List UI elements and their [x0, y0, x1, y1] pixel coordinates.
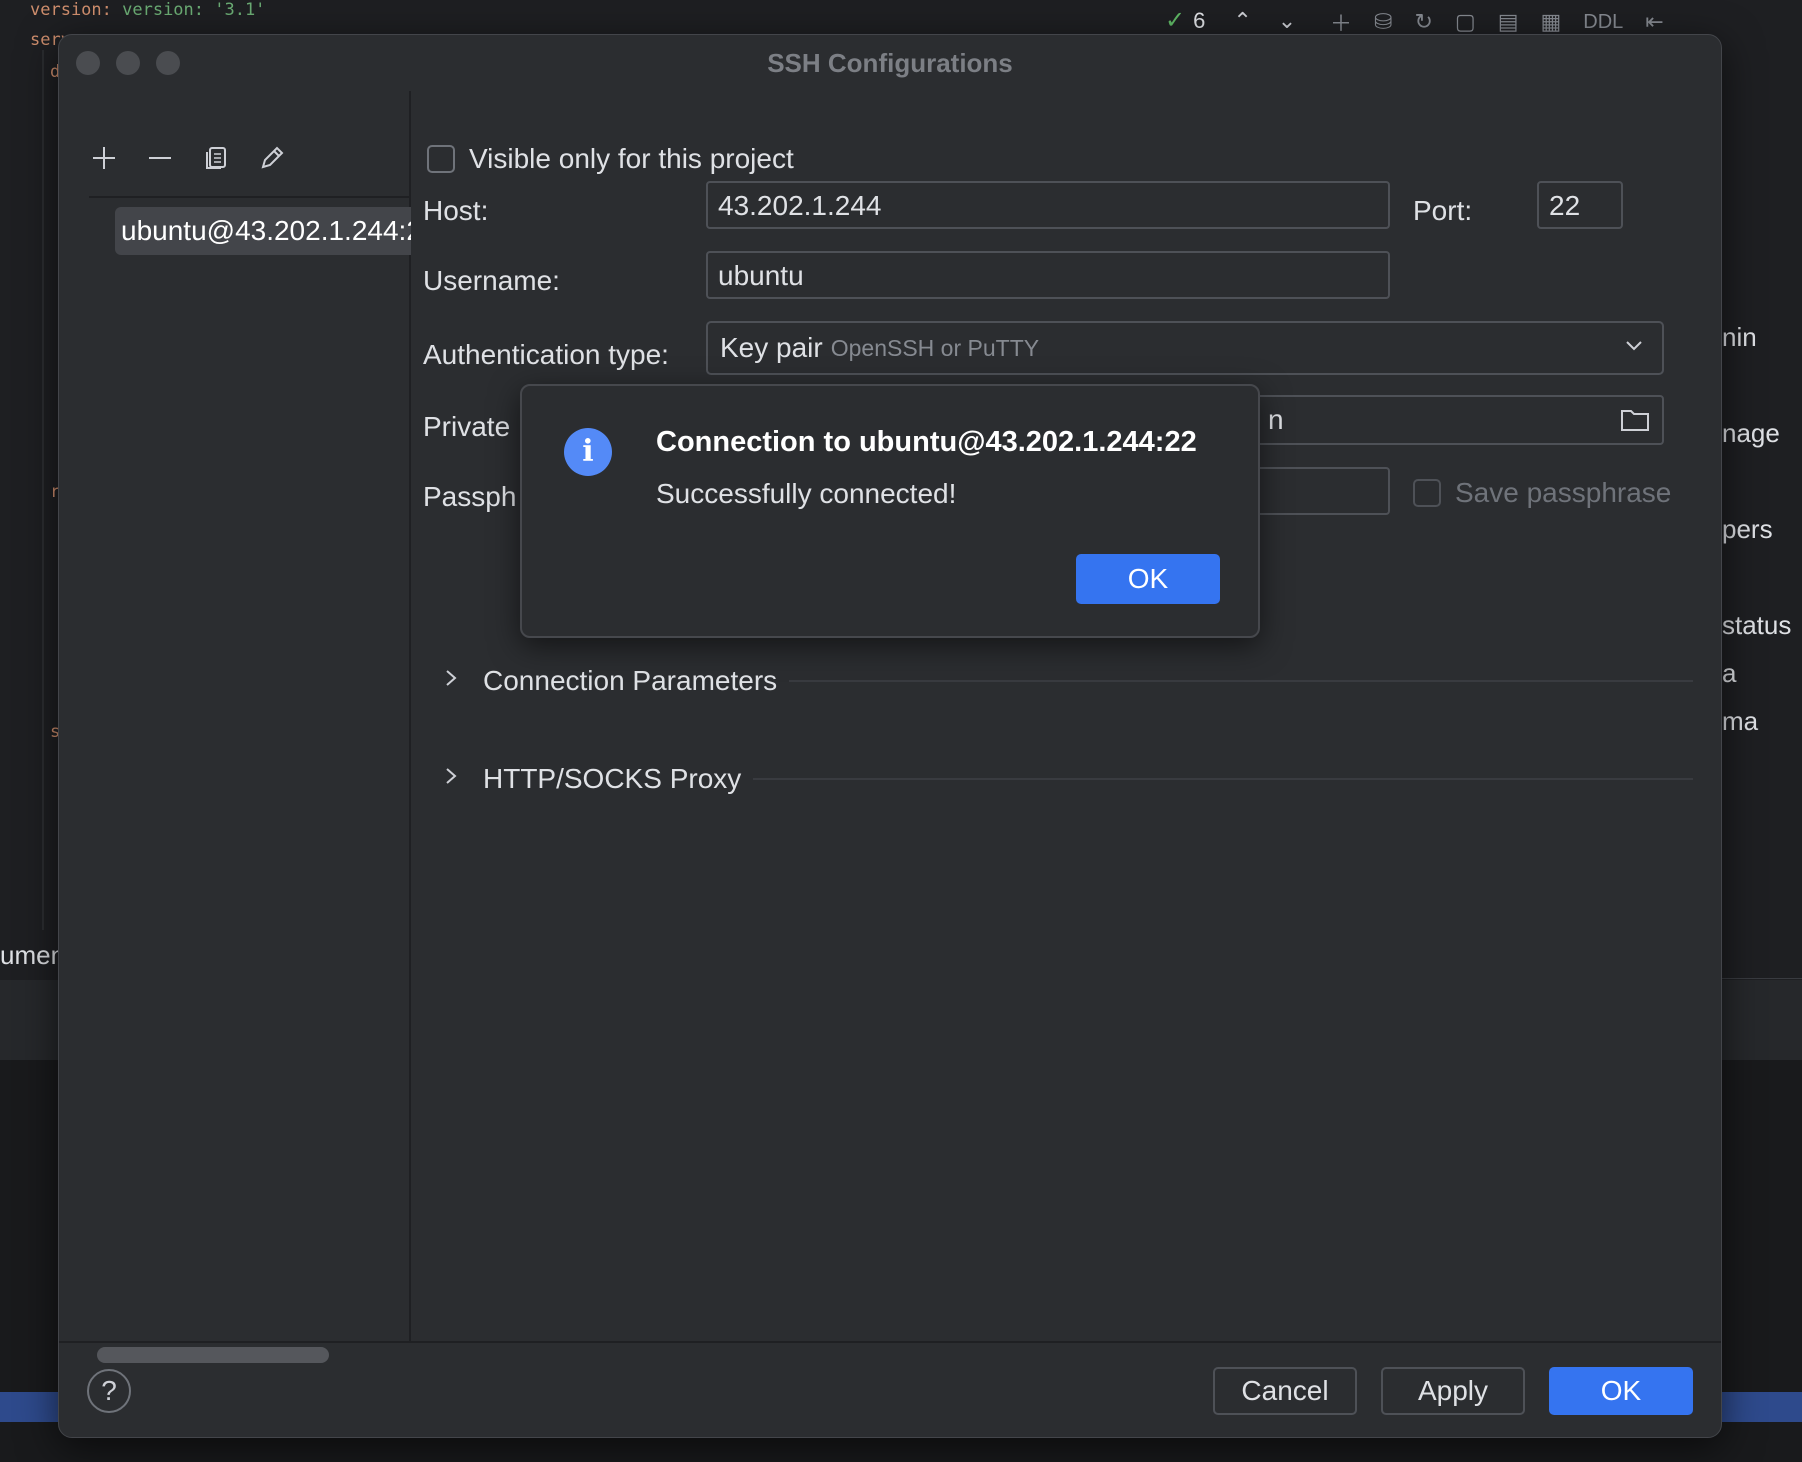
table-icon[interactable]: ▦ — [1540, 9, 1561, 35]
configurations-list-pane: ubuntu@43.202.1.244:22 — [59, 91, 411, 1363]
divider — [89, 196, 409, 198]
close-window-button[interactable] — [76, 51, 100, 75]
dialog-title: SSH Configurations — [767, 47, 1013, 78]
auth-type-label: Authentication type: — [423, 339, 669, 370]
window-controls — [76, 51, 180, 75]
bg-sidebar-label: nage — [1722, 418, 1780, 448]
list-toolbar — [89, 143, 287, 173]
database-icon[interactable]: ⛁ — [1374, 9, 1392, 35]
popup-ok-button[interactable]: OK — [1076, 554, 1220, 604]
connection-parameters-label: Connection Parameters — [483, 665, 778, 696]
username-input[interactable]: ubuntu — [706, 251, 1390, 299]
console-icon[interactable]: ▤ — [1498, 9, 1519, 35]
info-icon: i — [564, 428, 612, 476]
http-socks-proxy-label: HTTP/SOCKS Proxy — [483, 763, 742, 794]
bg-sidebar-label: nin — [1722, 322, 1757, 352]
auth-type-select[interactable]: Key pair OpenSSH or PuTTY — [706, 321, 1664, 375]
bg-sidebar-label: a — [1722, 658, 1737, 688]
ddl-button[interactable]: DDL — [1583, 11, 1623, 34]
list-item[interactable]: ubuntu@43.202.1.244:22 — [115, 207, 411, 255]
port-row: Port: — [1413, 195, 1472, 227]
host-input[interactable]: 43.202.1.244 — [706, 181, 1390, 229]
private-key-value: n — [1268, 404, 1284, 435]
host-label: Host: — [423, 195, 489, 226]
host-row: Host: — [423, 195, 488, 227]
cancel-button[interactable]: Cancel — [1213, 1367, 1357, 1415]
bg-tool-label: umen — [0, 940, 66, 970]
http-socks-proxy-section[interactable]: HTTP/SOCKS Proxy — [443, 763, 1693, 795]
code-line: version: version: '3.1' — [30, 0, 266, 20]
chevron-down-icon[interactable]: ⌄ — [1278, 8, 1296, 34]
private-key-row: Private — [423, 411, 510, 443]
dialog-titlebar[interactable]: SSH Configurations — [59, 35, 1721, 91]
inspection-count: 6 — [1193, 7, 1206, 33]
save-passphrase-label: Save passphrase — [1455, 477, 1672, 508]
auth-type-hint: OpenSSH or PuTTY — [830, 334, 1040, 361]
passphrase-label: Passph — [423, 481, 517, 512]
stop-icon[interactable]: ▢ — [1455, 9, 1476, 35]
auth-type-row: Authentication type: — [423, 339, 669, 371]
bg-sidebar-label: status — [1722, 610, 1792, 640]
divider — [1720, 978, 1802, 979]
chevron-up-icon[interactable]: ⌃ — [1233, 8, 1251, 34]
edit-icon[interactable] — [257, 143, 287, 173]
connection-parameters-section[interactable]: Connection Parameters — [443, 665, 1693, 697]
chevron-right-icon — [443, 766, 483, 792]
visible-only-row: Visible only for this project — [427, 143, 794, 175]
remove-icon[interactable] — [145, 143, 175, 173]
bg-sidebar-label: pers — [1722, 514, 1773, 544]
auth-type-value: Key pair — [720, 332, 823, 363]
configuration-form: Visible only for this project Host: 43.2… — [413, 91, 1721, 1341]
username-row: Username: — [423, 265, 560, 297]
collapse-icon[interactable]: ⇤ — [1645, 9, 1663, 35]
bg-sidebar-label: ma — [1722, 706, 1759, 736]
username-label: Username: — [423, 265, 560, 296]
inspection-status[interactable]: ✓ 6 ⌃ ⌄ — [1165, 6, 1296, 35]
save-passphrase-checkbox[interactable] — [1413, 479, 1441, 507]
port-label: Port: — [1413, 195, 1473, 226]
gutter-line — [42, 50, 44, 930]
zoom-window-button[interactable] — [156, 51, 180, 75]
add-icon[interactable] — [89, 143, 119, 173]
connection-success-popup: i Connection to ubuntu@43.202.1.244:22 S… — [520, 384, 1260, 638]
popup-message: Successfully connected! — [656, 478, 957, 509]
passphrase-row: Passph — [423, 481, 516, 513]
code-text: version: '3.1' — [122, 0, 266, 20]
folder-icon[interactable] — [1620, 407, 1650, 433]
ok-button[interactable]: OK — [1549, 1367, 1693, 1415]
popup-title: Connection to ubuntu@43.202.1.244:22 — [656, 426, 1197, 458]
chevron-down-icon — [1624, 335, 1644, 361]
divider — [753, 778, 1693, 780]
visible-only-checkbox[interactable] — [427, 145, 455, 173]
dialog-footer: ? Cancel Apply OK — [59, 1341, 1721, 1437]
private-key-label: Private — [423, 411, 511, 442]
divider — [789, 680, 1693, 682]
save-passphrase-row: Save passphrase — [1413, 477, 1671, 509]
check-icon: ✓ — [1165, 7, 1186, 34]
visible-only-label: Visible only for this project — [469, 143, 794, 174]
refresh-icon[interactable]: ↻ — [1414, 9, 1432, 35]
copy-icon[interactable] — [201, 143, 231, 173]
minimize-window-button[interactable] — [116, 51, 140, 75]
help-button[interactable]: ? — [87, 1369, 131, 1413]
chevron-right-icon — [443, 668, 483, 694]
port-input[interactable]: 22 — [1537, 181, 1623, 229]
ssh-configurations-dialog: SSH Configurations ubuntu@43.202.1.244:2… — [58, 34, 1722, 1438]
apply-button[interactable]: Apply — [1381, 1367, 1525, 1415]
